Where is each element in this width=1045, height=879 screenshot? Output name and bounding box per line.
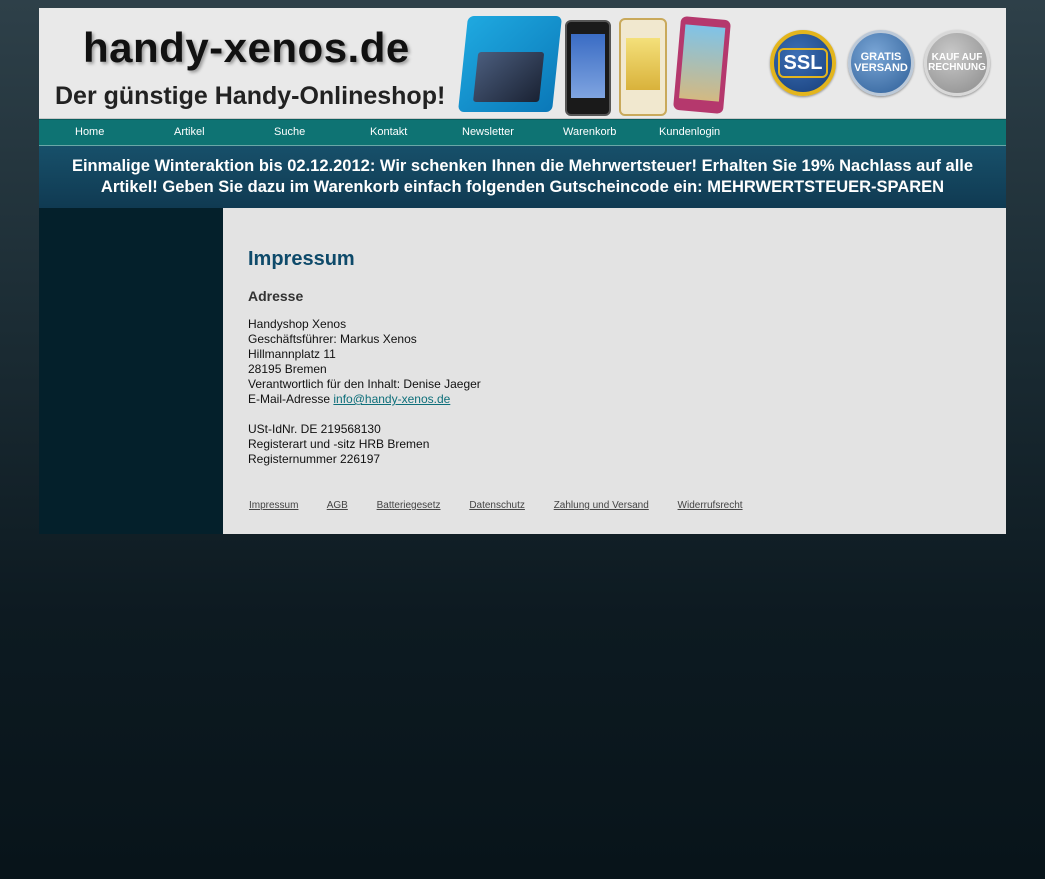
nav-artikel[interactable]: Artikel <box>174 120 205 145</box>
phone-black-image <box>565 20 611 116</box>
nav-newsletter[interactable]: Newsletter <box>462 120 514 145</box>
logo-subtitle: Der günstige Handy-Onlineshop! <box>55 82 446 110</box>
email-link[interactable]: info@handy-xenos.de <box>333 392 450 406</box>
email-line: E-Mail-Adresse info@handy-xenos.de <box>248 392 481 407</box>
kauf-auf-rechnung-badge-icon[interactable]: KAUF AUF RECHNUNG <box>924 30 990 96</box>
page-wrapper: handy-xenos.de Der günstige Handy-Online… <box>39 8 1006 534</box>
footer-link-zahlung-versand[interactable]: Zahlung und Versand <box>554 500 649 511</box>
footer-link-agb[interactable]: AGB <box>327 500 348 511</box>
nav-home[interactable]: Home <box>75 120 104 145</box>
address-block: Handyshop Xenos Geschäftsführer: Markus … <box>248 317 481 467</box>
sidebar <box>39 208 223 534</box>
address-line: Handyshop Xenos <box>248 317 347 331</box>
site-header: handy-xenos.de Der günstige Handy-Online… <box>39 8 1006 119</box>
address-line: Hillmannplatz 11 <box>248 347 336 361</box>
promo-text: Einmalige Winteraktion bis 02.12.2012: W… <box>71 157 974 196</box>
content-row: Impressum Adresse Handyshop Xenos Geschä… <box>39 208 1006 534</box>
main-navigation: Home Artikel Suche Kontakt Newsletter Wa… <box>39 119 1006 146</box>
footer-link-datenschutz[interactable]: Datenschutz <box>469 500 525 511</box>
nav-warenkorb[interactable]: Warenkorb <box>563 120 616 145</box>
gratis-versand-badge-icon[interactable]: GRATIS VERSAND <box>848 30 914 96</box>
legal-line: Registerart und -sitz HRB Bremen <box>248 437 430 451</box>
phone-white-image <box>619 18 667 116</box>
page-title: Impressum <box>248 248 355 270</box>
email-label: E-Mail-Adresse <box>248 392 331 406</box>
address-line: Verantwortlich für den Inhalt: Denise Ja… <box>248 377 481 391</box>
address-line: 28195 Bremen <box>248 362 327 376</box>
legal-line: Registernummer 226197 <box>248 452 381 466</box>
promo-banner: Einmalige Winteraktion bis 02.12.2012: W… <box>39 146 1006 208</box>
phone-blue-image <box>457 16 563 112</box>
footer-link-batteriegesetz[interactable]: Batteriegesetz <box>377 500 441 511</box>
legal-line: USt-IdNr. DE 219568130 <box>248 422 381 436</box>
section-heading: Adresse <box>248 288 304 304</box>
address-line: Geschäftsführer: Markus Xenos <box>248 332 417 346</box>
phone-pink-image <box>672 15 732 115</box>
trust-badges: SSL GRATIS VERSAND KAUF AUF RECHNUNG <box>770 30 992 98</box>
footer-links: Impressum AGB Batteriegesetz Datenschutz… <box>249 500 769 511</box>
footer-link-impressum[interactable]: Impressum <box>249 500 298 511</box>
ssl-badge-icon[interactable]: SSL <box>770 30 836 96</box>
logo-title[interactable]: handy-xenos.de <box>83 24 410 72</box>
nav-kontakt[interactable]: Kontakt <box>370 120 407 145</box>
nav-kundenlogin[interactable]: Kundenlogin <box>659 120 720 145</box>
nav-suche[interactable]: Suche <box>274 120 305 145</box>
phones-banner-image <box>457 12 733 116</box>
footer-link-widerrufsrecht[interactable]: Widerrufsrecht <box>678 500 743 511</box>
main-content: Impressum Adresse Handyshop Xenos Geschä… <box>223 208 1006 534</box>
